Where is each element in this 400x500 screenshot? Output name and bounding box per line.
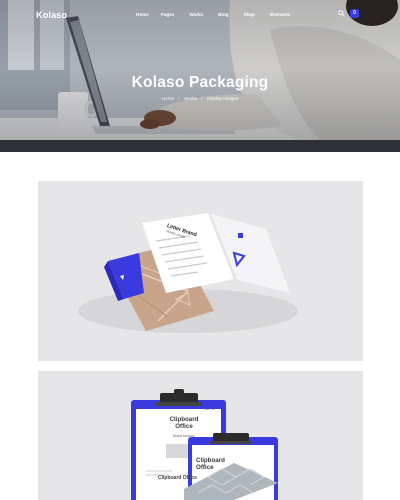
top-nav: Kolaso Home Pages Works Blog Shop Elemen…: [0, 0, 400, 30]
menu-item-shop[interactable]: Shop: [244, 12, 255, 17]
menu-item-blog[interactable]: Blog: [218, 12, 228, 17]
clipboard-small-title: Clipboard Office: [158, 475, 197, 481]
breadcrumb-home[interactable]: Home: [162, 96, 174, 101]
hero-banner: Kolaso Home Pages Works Blog Shop Elemen…: [0, 0, 400, 152]
page-title: Kolaso Packaging: [131, 74, 269, 91]
portfolio-image-envelope[interactable]: [38, 181, 363, 361]
menu-item-elements[interactable]: Elements: [270, 12, 290, 17]
envelope-mockup: [78, 213, 298, 333]
breadcrumb-separator: /: [201, 96, 203, 101]
cart-icon[interactable]: 0: [350, 9, 359, 18]
search-icon[interactable]: [338, 10, 345, 17]
clipboard-subtitle: Brand Mockup: [173, 434, 195, 438]
site-logo[interactable]: Kolaso: [36, 10, 67, 20]
menu-item-pages[interactable]: Pages: [161, 12, 175, 17]
breadcrumb-current: Display Images: [206, 96, 239, 101]
breadcrumb-works[interactable]: Works: [184, 96, 197, 101]
nav-icons: 0: [338, 9, 359, 18]
breadcrumb: Home / Works / Display Images: [0, 96, 400, 101]
clipboard-number: No. 02: [205, 407, 215, 411]
menu-item-home[interactable]: Home: [136, 12, 149, 17]
clipboard-front-title: Clipboard Office: [196, 457, 225, 471]
clipboard-title: Clipboard Office: [169, 416, 199, 430]
breadcrumb-separator: /: [178, 96, 180, 101]
main-menu: Home Pages Works Blog Shop Elements: [136, 12, 305, 17]
menu-item-works[interactable]: Works: [189, 12, 203, 17]
